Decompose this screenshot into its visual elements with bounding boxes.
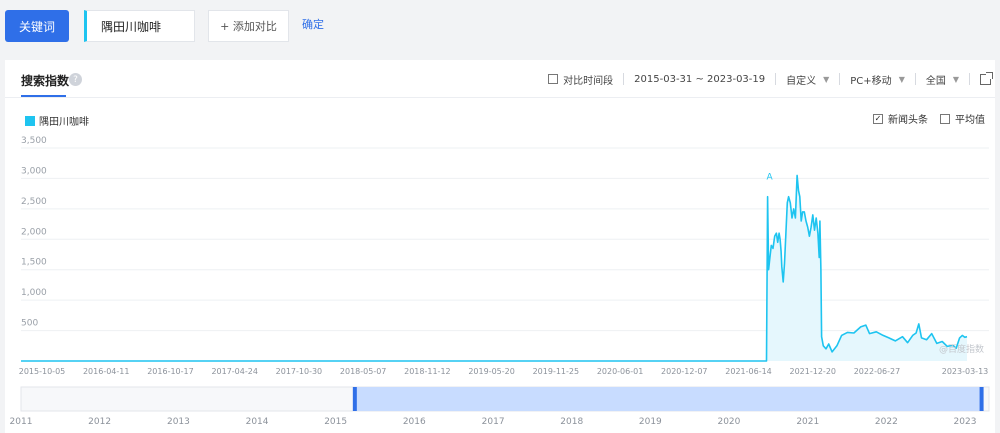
navigator-year-label: 2012 xyxy=(88,417,111,427)
keyword-button[interactable]: 关键词 xyxy=(5,10,69,42)
add-compare-button[interactable]: + 添加对比 xyxy=(208,10,289,42)
x-tick-label: 2020-06-01 xyxy=(597,367,644,376)
navigator-year-label: 2018 xyxy=(560,417,583,427)
series-line xyxy=(21,174,968,362)
search-index-chart: 3,500 3,000 2,500 2,000 1,500 1,000 500 A @百度指数 2… xyxy=(10,136,990,427)
keyword-input[interactable]: 隅田川咖啡 xyxy=(84,10,195,42)
x-tick-label: 2015-10-05 xyxy=(19,367,66,376)
navigator-year-label: 2023 xyxy=(954,417,977,427)
x-tick-label: 2021-06-14 xyxy=(725,367,772,376)
navigator-year-label: 2013 xyxy=(167,417,190,427)
x-tick-label: 2023-03-13 xyxy=(942,367,989,376)
x-tick-label: 2016-10-17 xyxy=(147,367,194,376)
y-tick-label: 2,000 xyxy=(21,227,47,237)
confirm-link[interactable]: 确定 xyxy=(302,16,324,32)
navigator-handle-left[interactable] xyxy=(352,387,357,411)
y-tick-label: 1,000 xyxy=(21,288,47,298)
navigator-year-label: 2019 xyxy=(639,417,662,427)
x-tick-label: 2018-05-07 xyxy=(340,367,387,376)
top-toolbar: 关键词 隅田川咖啡 + 添加对比 确定 xyxy=(0,0,1000,60)
navigator-year-label: 2020 xyxy=(717,417,740,427)
x-tick-label: 2020-12-07 xyxy=(661,367,708,376)
navigator-year-label: 2016 xyxy=(403,417,426,427)
navigator-year-label: 2022 xyxy=(875,417,898,427)
series-area xyxy=(21,175,967,361)
x-tick-label: 2016-04-11 xyxy=(83,367,130,376)
navigator-year-label: 2021 xyxy=(796,417,819,427)
navigator-year-label: 2011 xyxy=(10,417,33,427)
y-tick-label: 2,500 xyxy=(21,197,47,207)
x-tick-label: 2019-11-25 xyxy=(533,367,580,376)
x-tick-label: 2021-12-20 xyxy=(790,367,837,376)
y-tick-label: 3,500 xyxy=(21,136,47,146)
x-tick-label: 2017-10-30 xyxy=(276,367,323,376)
x-tick-label: 2018-11-12 xyxy=(404,367,451,376)
x-tick-label: 2019-05-20 xyxy=(468,367,515,376)
navigator-handle-right[interactable] xyxy=(979,387,984,411)
navigator-year-label: 2014 xyxy=(246,417,269,427)
navigator-year-label: 2017 xyxy=(482,417,505,427)
y-tick-label: 3,000 xyxy=(21,166,47,176)
watermark: @百度指数 xyxy=(939,343,984,355)
y-tick-label: 500 xyxy=(21,319,38,329)
navigator-selection[interactable] xyxy=(354,387,982,411)
annotation-marker: A xyxy=(767,173,774,183)
y-tick-label: 1,500 xyxy=(21,258,47,268)
search-index-panel: 搜索指数 ? 对比时间段 2015-03-31 ~ 2023-03-19 自定义… xyxy=(5,60,995,433)
navigator-year-label: 2015 xyxy=(324,417,347,427)
x-tick-label: 2017-04-24 xyxy=(211,367,258,376)
x-tick-label: 2022-06-27 xyxy=(854,367,901,376)
